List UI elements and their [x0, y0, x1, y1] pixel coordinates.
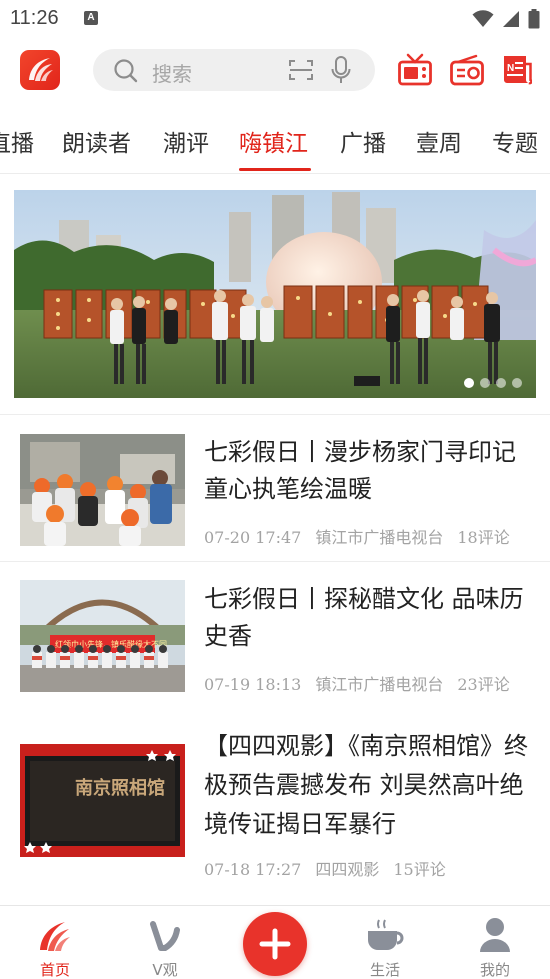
radio-icon[interactable] — [450, 53, 484, 87]
v-icon — [150, 921, 180, 951]
carousel-dot[interactable] — [480, 378, 490, 388]
status-bar: 11:26 A — [0, 0, 550, 38]
nav-life[interactable]: 生活 — [330, 906, 440, 979]
carousel-dot[interactable] — [496, 378, 506, 388]
news-title[interactable]: 七彩假日丨探秘醋文化 品味历史香 — [204, 581, 534, 655]
tab-reader[interactable]: 朗读者 — [62, 124, 131, 158]
newspaper-icon[interactable]: N — [502, 52, 532, 86]
tab-hi-zhenjiang[interactable]: 嗨镇江 — [239, 124, 308, 158]
nav-v-view[interactable]: V观 — [110, 906, 220, 979]
search-placeholder: 搜索 — [152, 62, 192, 86]
news-thumbnail: 南京照相馆 — [20, 744, 185, 857]
nav-label: 生活 — [369, 961, 400, 979]
news-comments: 23评论 — [457, 675, 510, 694]
news-source: 四四观影 — [315, 860, 380, 879]
tab-weekly[interactable]: 壹周 — [416, 124, 462, 158]
nav-label: 我的 — [479, 961, 510, 979]
add-button[interactable] — [243, 912, 307, 976]
scan-icon[interactable] — [288, 58, 314, 82]
active-tab-indicator — [239, 168, 311, 171]
microphone-icon[interactable] — [331, 56, 351, 84]
home-logo-icon — [40, 922, 70, 951]
news-meta: 07-18 17:27 四四观影 15评论 — [204, 856, 460, 880]
news-meta: 07-20 17:47 镇江市广播电视台 18评论 — [204, 524, 524, 548]
banner-image — [14, 190, 536, 398]
news-item[interactable]: 红领巾小先锋，镇乐醋缘大不同 七彩假日丨探秘醋文化 品味历史香 07-19 18… — [0, 562, 550, 708]
signal-icon — [503, 11, 519, 27]
news-date: 07-18 17:27 — [204, 860, 302, 879]
notification-badge: A — [84, 11, 98, 25]
status-time: 11:26 — [10, 7, 59, 29]
tab-special[interactable]: 专题 — [492, 124, 538, 158]
news-comments: 18评论 — [457, 528, 510, 547]
banner-carousel[interactable] — [14, 190, 536, 398]
news-title[interactable]: 七彩假日丨漫步杨家门寻印记 童心执笔绘温暖 — [204, 434, 534, 508]
carousel-dots — [464, 378, 522, 388]
add-icon — [259, 928, 291, 960]
battery-icon — [528, 9, 540, 29]
status-icons — [472, 8, 540, 30]
news-thumbnail: 红领巾小先锋，镇乐醋缘大不同 — [20, 580, 185, 692]
tab-broadcast[interactable]: 广播 — [340, 124, 386, 158]
nav-label: 首页 — [39, 961, 70, 979]
coffee-cup-icon — [368, 919, 404, 950]
news-item[interactable]: 南京照相馆 【四四观影】《南京照相馆》终极预告震撼发布 刘昊然高叶绝境传证揭日军… — [0, 708, 550, 898]
person-icon — [480, 918, 510, 952]
tv-icon[interactable] — [398, 53, 432, 87]
app-logo-icon[interactable] — [20, 50, 60, 90]
news-source: 镇江市广播电视台 — [315, 528, 444, 547]
search-icon — [114, 59, 138, 83]
news-date: 07-20 17:47 — [204, 528, 302, 547]
search-bar[interactable]: 搜索 — [93, 49, 375, 91]
svg-text:N: N — [507, 63, 514, 74]
thumb-title-text: 南京照相馆 — [75, 777, 165, 799]
nav-mine[interactable]: 我的 — [440, 906, 550, 979]
nav-home[interactable]: 首页 — [0, 906, 110, 979]
news-comments: 15评论 — [393, 860, 446, 879]
nav-label: V观 — [152, 961, 178, 979]
carousel-dot-active[interactable] — [464, 378, 474, 388]
top-bar: 搜索 N — [0, 38, 550, 102]
tab-live[interactable]: 直播 — [0, 124, 34, 158]
carousel-dot[interactable] — [512, 378, 522, 388]
news-date: 07-19 18:13 — [204, 675, 302, 694]
channel-tabs: 直播 朗读者 潮评 嗨镇江 广播 壹周 专题 — [0, 102, 550, 174]
tab-commentary[interactable]: 潮评 — [163, 124, 209, 158]
bottom-nav: 首页 V观 生活 我的 — [0, 905, 550, 979]
news-source: 镇江市广播电视台 — [315, 675, 444, 694]
news-title[interactable]: 【四四观影】《南京照相馆》终极预告震撼发布 刘昊然高叶绝境传证揭日军暴行 — [204, 727, 534, 844]
news-item[interactable]: 七彩假日丨漫步杨家门寻印记 童心执笔绘温暖 07-20 17:47 镇江市广播电视… — [0, 415, 550, 561]
wifi-icon — [472, 10, 494, 27]
news-meta: 07-19 18:13 镇江市广播电视台 23评论 — [204, 671, 524, 695]
news-thumbnail — [20, 434, 185, 546]
